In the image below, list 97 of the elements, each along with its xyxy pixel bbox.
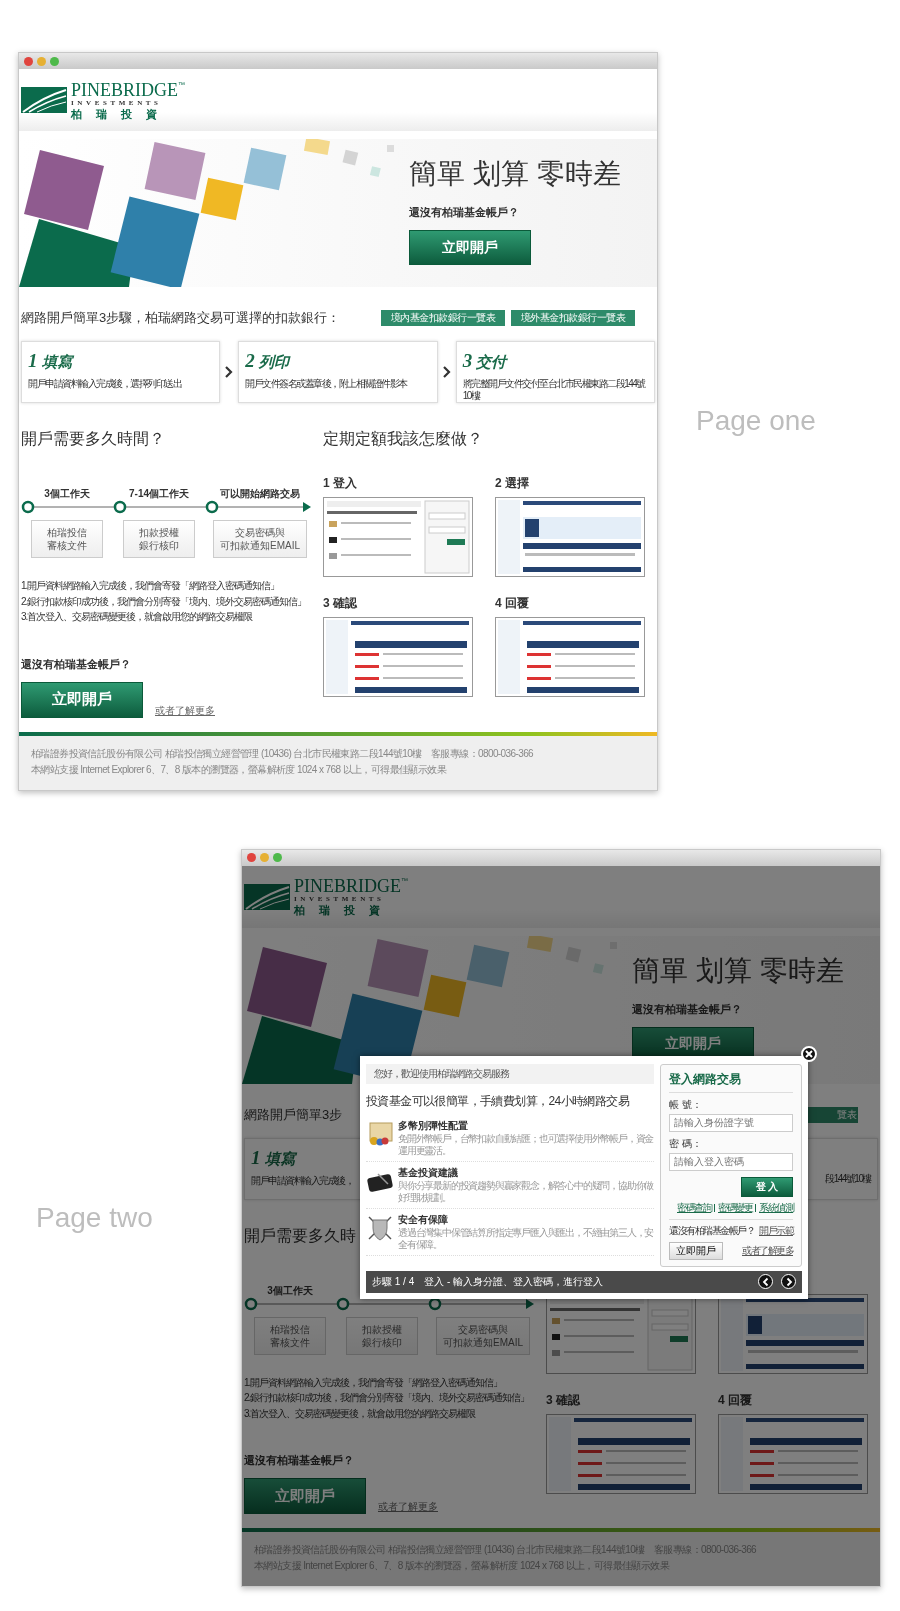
signup-question: 還沒有柏瑞基金帳戶？ xyxy=(669,1223,754,1238)
login-title: 登入網路交易 xyxy=(669,1070,793,1093)
logo-text: PINEBRIDGE xyxy=(71,80,178,99)
feature-title: 基金投資建議 xyxy=(398,1165,459,1180)
account-link[interactable]: 密碼查詢 xyxy=(677,1200,711,1215)
stage-text: 扣款授權 xyxy=(139,526,179,539)
previous-button[interactable] xyxy=(758,1274,773,1289)
stage-text: 扣款授權 xyxy=(362,1322,402,1336)
signup-question: 還沒有柏瑞基金帳戶？ xyxy=(244,1453,355,1468)
feature-description: 免開外幣帳戶，台幣扣款自動結匯；也可選擇使用外幣帳戶，資金運用更靈活。 xyxy=(398,1132,654,1157)
next-button[interactable] xyxy=(781,1274,796,1289)
feature-title: 多幣別彈性配置 xyxy=(398,1118,469,1133)
open-account-button[interactable]: 立即開戶 xyxy=(409,230,531,265)
dialog-headline: 投資基金可以很簡單，手續費划算，24小時網路交易 xyxy=(366,1092,631,1110)
feature-title: 安全有保障 xyxy=(398,1212,449,1227)
section-heading: 開戶需要多久時 xyxy=(244,1226,356,1244)
step-description: 開戶申請資料輸入完成後， xyxy=(251,1174,353,1187)
step-label: 4 回覆 xyxy=(718,1392,752,1407)
section-heading: 網路開戶簡單3步驟，柏瑞網路交易可選擇的扣款銀行： xyxy=(21,310,341,325)
step-title: 3 交付 xyxy=(462,350,507,372)
chevron-left-icon xyxy=(760,1276,771,1287)
stage-text: 交易密碼與 xyxy=(235,526,285,539)
stage-text: 審核文件 xyxy=(270,1335,310,1349)
zoom-button[interactable] xyxy=(50,56,59,66)
account-link[interactable]: 系統偵測 xyxy=(759,1200,793,1215)
logo-icon xyxy=(244,883,290,910)
feature-icon xyxy=(366,1214,394,1241)
learn-more-link[interactable]: 或者了解更多 xyxy=(155,703,215,718)
open-account-button[interactable]: 立即開戶 xyxy=(21,681,143,718)
hero-title: 簡單 划算 零時差 xyxy=(409,157,621,191)
stage-text: 可扣款通知EMAIL xyxy=(220,539,300,552)
step-description: 開戶文件簽名或蓋章後，附上相關證件影本 xyxy=(245,378,407,390)
step-label: 3 確認 xyxy=(546,1392,580,1407)
step-title: 1 填寫 xyxy=(251,1146,295,1169)
step-label: 4 回覆 xyxy=(495,596,529,610)
stage-text: 可扣款通知EMAIL xyxy=(443,1335,523,1349)
learn-more-link[interactable]: 或者了解更多 xyxy=(378,1500,438,1514)
password-field[interactable]: 請輸入登入密碼 xyxy=(669,1152,793,1171)
stage-text: 銀行核印 xyxy=(139,539,179,552)
stage-text: 銀行核印 xyxy=(362,1335,402,1349)
logo-chinese-text: 柏瑞投資 xyxy=(294,905,395,916)
stage-label: 7-14個工作天 xyxy=(129,488,189,499)
account-field[interactable]: 請輸入身份證字號 xyxy=(669,1113,793,1132)
page-caption: Page two xyxy=(36,1201,154,1234)
account-link[interactable]: 密碼變更 xyxy=(718,1200,752,1215)
step-bar-text: 步驟 1 / 4 登入 - 輸入身分證、登入密碼，進行登入 xyxy=(372,1274,604,1289)
footer-text: 柏瑞證券投資信託股份有限公司 柏瑞投信獨立經營管理 (10436) 台北市民權東路二段144號10樓 客服專線：0800-036-366 xyxy=(31,746,535,761)
step-title: 1 填寫 xyxy=(28,350,72,372)
zoom-button[interactable] xyxy=(273,853,282,862)
logo-chinese-text: 柏瑞投資 xyxy=(71,108,172,120)
feature-description: 透過台灣集中保管結算所指定專戶匯入與匯出，不經由第三人，安全有保障。 xyxy=(398,1226,654,1251)
login-button[interactable]: 登 入 xyxy=(741,1176,793,1197)
feature-description: 與你分享最新的投資趨勢與贏家觀念，解答心中的疑問，協助你做好理財規劃。 xyxy=(398,1179,654,1204)
stage-label: 3個工作天 xyxy=(44,488,90,499)
note-text: 3.首次登入、交易密碼變更後，就會啟用您的網路交易權限 xyxy=(21,610,254,624)
welcome-text: 您好，歡迎使用柏瑞網路交易服務 xyxy=(366,1063,654,1084)
chevron-right-icon xyxy=(225,366,234,378)
stage-text: 柏瑞投信 xyxy=(47,526,87,539)
stage-label: 可以開始網路交易 xyxy=(220,488,300,499)
hero-title: 簡單 划算 零時差 xyxy=(632,953,844,988)
step-label: 3 確認 xyxy=(323,596,357,610)
footer-text: 本網站支援 Internet Explorer 6、7、8 版本的瀏覽器，螢幕解析度 1024 x 768 以上，可得最佳顯示效果 xyxy=(31,762,448,777)
bank-list-button[interactable]: 境外基金扣款銀行一覽表 xyxy=(511,310,635,326)
section-heading: 網路開戶簡單3步 xyxy=(244,1106,343,1122)
stage-text: 柏瑞投信 xyxy=(270,1322,310,1336)
stage-text: 審核文件 xyxy=(47,539,87,552)
bank-list-button[interactable]: 境內基金扣款銀行一覽表 xyxy=(381,310,505,326)
hero-question: 還沒有柏瑞基金帳戶？ xyxy=(409,205,520,220)
step-description: 開戶申請資料輸入完成後，選擇列印送出 xyxy=(28,378,181,390)
section-heading: 開戶需要多久時間？ xyxy=(21,430,165,447)
note-text: 2.銀行扣款核印成功後，我們會分別寄發「境內、境外交易密碼通知信」 xyxy=(21,594,308,609)
logo-icon xyxy=(21,87,67,113)
note-text: 3.首次登入、交易密碼變更後，就會啟用您的網路交易權限 xyxy=(244,1406,477,1421)
step-title: 2 列印 xyxy=(245,350,289,372)
open-account-button[interactable]: 立即開戶 xyxy=(669,1241,723,1260)
section-heading: 定期定額我該怎麼做？ xyxy=(323,430,483,447)
learn-more-link[interactable]: 或者了解更多 xyxy=(742,1243,793,1258)
feature-icon xyxy=(366,1120,394,1147)
stage-label: 3個工作天 xyxy=(267,1284,313,1296)
note-text: 1.開戶資料網路輸入完成後，我們會寄發「網路登入密碼通知信」 xyxy=(244,1375,504,1390)
close-icon xyxy=(803,1047,815,1060)
step-description: 段144號10樓 xyxy=(825,1172,871,1185)
step-description: 將完整開戶文件交付至台北市民權東路二段144號10樓 xyxy=(462,378,647,402)
note-text: 1.開戶資料網路輸入完成後，我們會寄發「網路登入密碼通知信」 xyxy=(21,579,281,593)
hero-question: 還沒有柏瑞基金帳戶？ xyxy=(632,1001,743,1017)
signup-question: 還沒有柏瑞基金帳戶？ xyxy=(21,656,132,672)
demo-link[interactable]: 開戶示範 xyxy=(759,1223,793,1238)
step-label: 2 選擇 xyxy=(495,476,529,490)
field-label: 帳 號： xyxy=(669,1097,703,1112)
note-text: 2.銀行扣款核印成功後，我們會分別寄發「境內、境外交易密碼通知信」 xyxy=(244,1391,531,1405)
field-label: 密 碼： xyxy=(669,1136,703,1151)
step-label: 1 登入 xyxy=(323,476,357,490)
page-caption: Page one xyxy=(696,405,816,438)
chevron-right-icon xyxy=(442,366,451,378)
stage-text: 交易密碼與 xyxy=(458,1322,508,1336)
open-account-button[interactable]: 立即開戶 xyxy=(244,1478,366,1514)
logo-text: PINEBRIDGE xyxy=(294,877,401,895)
